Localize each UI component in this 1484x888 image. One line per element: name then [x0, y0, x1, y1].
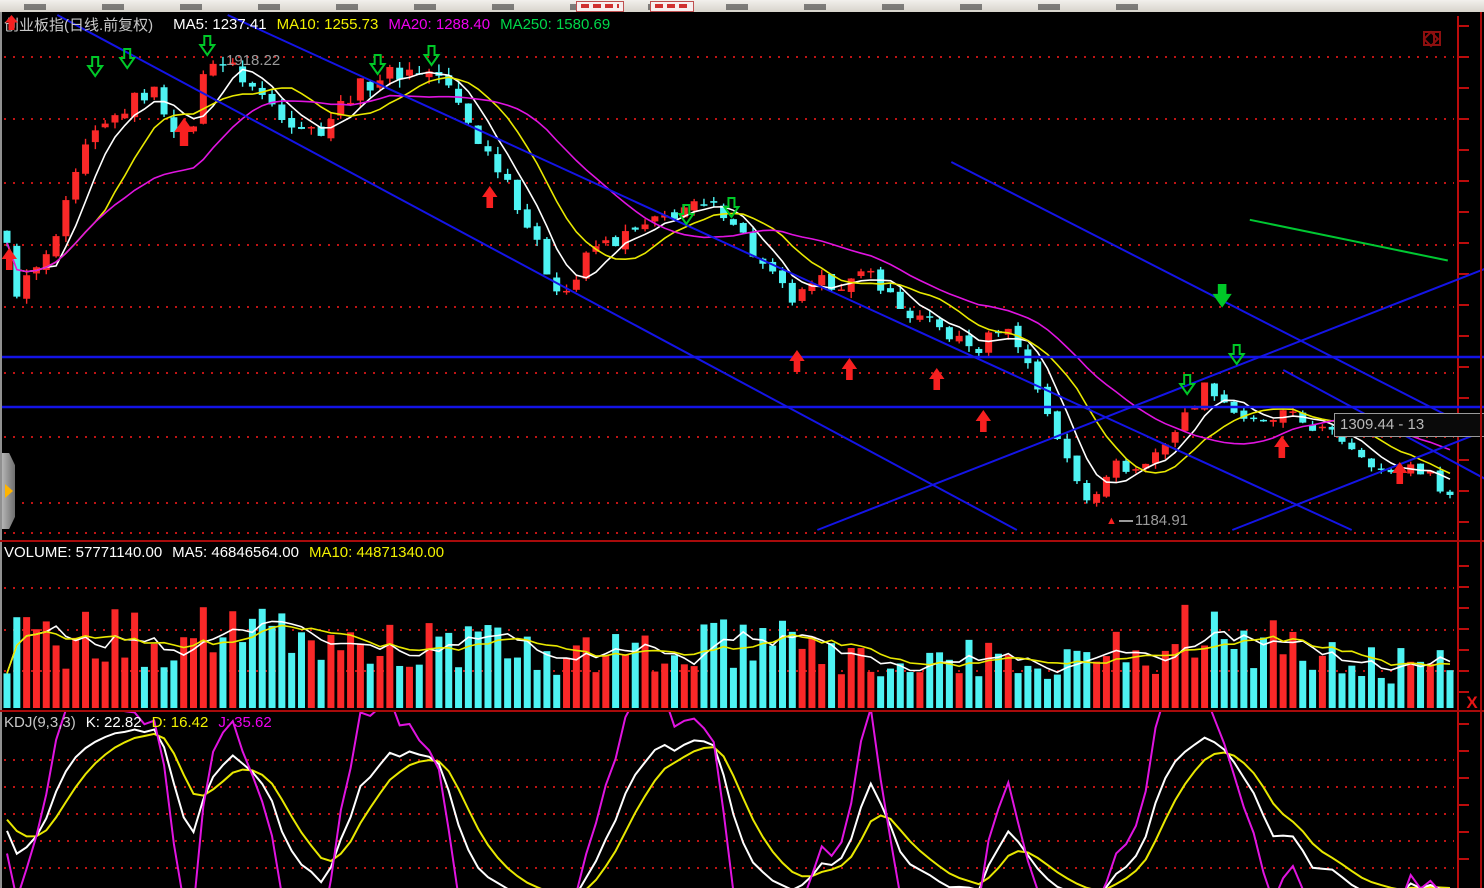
volume-value: VOLUME: 57771140.00	[4, 544, 162, 561]
trendline-tooltip: 1309.44 - 13	[1334, 413, 1484, 437]
kdj-chart[interactable]	[2, 712, 1484, 888]
kdj-header: KDJ(9,3,3) K: 22.82 D: 16.42 J: 35.62	[4, 714, 272, 731]
volume-ma10-value: MA10: 44871340.00	[309, 544, 444, 561]
ma20-value: MA20: 1288.40	[388, 16, 490, 33]
low-price-label: ▲1184.91	[1106, 512, 1188, 529]
sidebar-collapse-handle[interactable]	[2, 453, 15, 529]
menu-hot-button-2[interactable]	[650, 1, 694, 12]
low-marker-triangle: ▲	[1106, 515, 1117, 527]
kdj-d-value: D: 16.42	[152, 714, 209, 731]
kdj-k-value: K: 22.82	[86, 714, 142, 731]
ma10-value: MA10: 1255.73	[277, 16, 379, 33]
symbol-title: 创业板指(日线.前复权)	[4, 14, 153, 35]
high-price-label: 1918.22	[226, 52, 280, 69]
close-indicator-button[interactable]: X	[1461, 694, 1483, 712]
main-chart-panel: 创业板指(日线.前复权) MA5: 1237.41 MA10: 1255.73 …	[0, 12, 1484, 540]
volume-header: VOLUME: 57771140.00 MA5: 46846564.00 MA1…	[4, 544, 444, 561]
panel-divider-2	[0, 710, 1484, 712]
right-frame-border	[1480, 12, 1482, 888]
volume-panel: VOLUME: 57771140.00 MA5: 46846564.00 MA1…	[0, 542, 1484, 710]
ma250-value: MA250: 1580.69	[500, 16, 610, 33]
stock-trading-app: 创业板指(日线.前复权) MA5: 1237.41 MA10: 1255.73 …	[0, 0, 1484, 888]
kdj-panel: KDJ(9,3,3) K: 22.82 D: 16.42 J: 35.62	[0, 712, 1484, 888]
volume-ma5-value: MA5: 46846564.00	[172, 544, 299, 561]
kdj-j-value: J: 35.62	[218, 714, 271, 731]
menu-hot-button-1[interactable]	[576, 1, 624, 12]
kdj-name: KDJ(9,3,3)	[4, 714, 76, 731]
candlestick-chart[interactable]	[2, 12, 1484, 540]
ma5-value: MA5: 1237.41	[173, 16, 266, 33]
volume-chart[interactable]	[2, 542, 1484, 710]
chart-header: 创业板指(日线.前复权) MA5: 1237.41 MA10: 1255.73 …	[4, 14, 610, 35]
panel-divider-1	[0, 540, 1484, 542]
low-marker-dash	[1119, 520, 1133, 522]
